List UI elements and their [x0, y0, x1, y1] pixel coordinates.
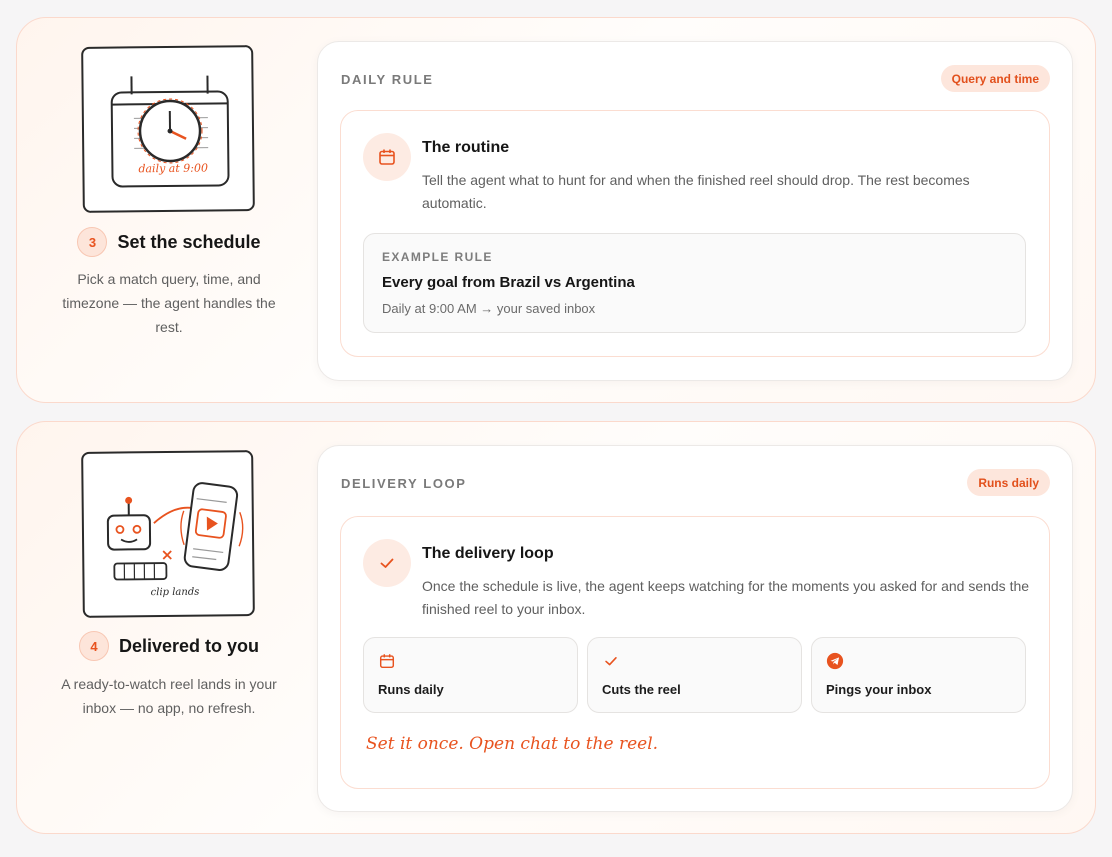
delivery-loop-panel: DELIVERY LOOP Runs daily The delivery lo… [317, 445, 1073, 812]
chip-label: Runs daily [378, 682, 444, 697]
robot-phone-illustration: clip lands [106, 482, 244, 599]
check-icon [363, 539, 411, 587]
panel-label: DAILY RULE [341, 72, 434, 87]
step-number-badge: 4 [78, 631, 109, 661]
delivery-loop-title: The delivery loop [422, 545, 554, 562]
step-heading: 4 Delivered to you [17, 631, 321, 661]
routine-title: The routine [422, 139, 510, 156]
step-card-delivery: clip lands 4 Delivered to you A ready-to… [16, 421, 1096, 834]
calendar-icon [378, 652, 396, 675]
example-label: EXAMPLE RULE [382, 250, 493, 264]
step-title: Delivered to you [118, 635, 260, 656]
daily-rule-panel: DAILY RULE Query and time The routine Te… [317, 41, 1073, 381]
delivery-illustration: clip lands [81, 450, 255, 618]
schedule-illustration: daily at 9:00 [81, 45, 255, 213]
runs-daily-pill: Runs daily [967, 469, 1050, 496]
feature-chips: Runs daily Cuts the reel Pings your inbo… [363, 637, 1026, 713]
example-title: Every goal from Brazil vs Argentina [382, 274, 635, 291]
panel-label: DELIVERY LOOP [341, 476, 467, 491]
step-description: Pick a match query, time, and timezone —… [62, 271, 276, 335]
step-heading: 3 Set the schedule [17, 227, 321, 257]
calendar-clock-illustration: daily at 9:00 [110, 75, 230, 188]
routine-description: Tell the agent what to hunt for and when… [422, 172, 970, 211]
chip-label: Cuts the reel [602, 682, 681, 697]
chip-pings-inbox: Pings your inbox [811, 637, 1026, 713]
tagline: Set it once. Open chat to the reel. [366, 734, 659, 754]
illustration-caption: daily at 9:00 [138, 162, 208, 176]
step-number-badge: 3 [77, 227, 108, 257]
example-rule-box: EXAMPLE RULE Every goal from Brazil vs A… [363, 233, 1026, 333]
chip-label: Pings your inbox [826, 682, 932, 697]
chip-runs-daily: Runs daily [363, 637, 578, 713]
query-time-pill: Query and time [940, 65, 1050, 92]
step-title: Set the schedule [117, 231, 261, 252]
routine-card: The routine Tell the agent what to hunt … [340, 110, 1050, 357]
telegram-icon [826, 652, 844, 675]
illustration-caption: clip lands [151, 587, 200, 599]
calendar-icon [363, 133, 411, 181]
step-description: A ready-to-watch reel lands in your inbo… [61, 676, 277, 716]
step-card-schedule: daily at 9:00 3 Set the schedule Pick a … [16, 17, 1096, 403]
example-subtitle: Daily at 9:00 AM → your saved inbox [382, 301, 596, 316]
check-icon [602, 652, 620, 675]
delivery-loop-card: The delivery loop Once the schedule is l… [340, 516, 1050, 789]
delivery-loop-description: Once the schedule is live, the agent kee… [422, 578, 1030, 617]
chip-cuts-reel: Cuts the reel [587, 637, 802, 713]
